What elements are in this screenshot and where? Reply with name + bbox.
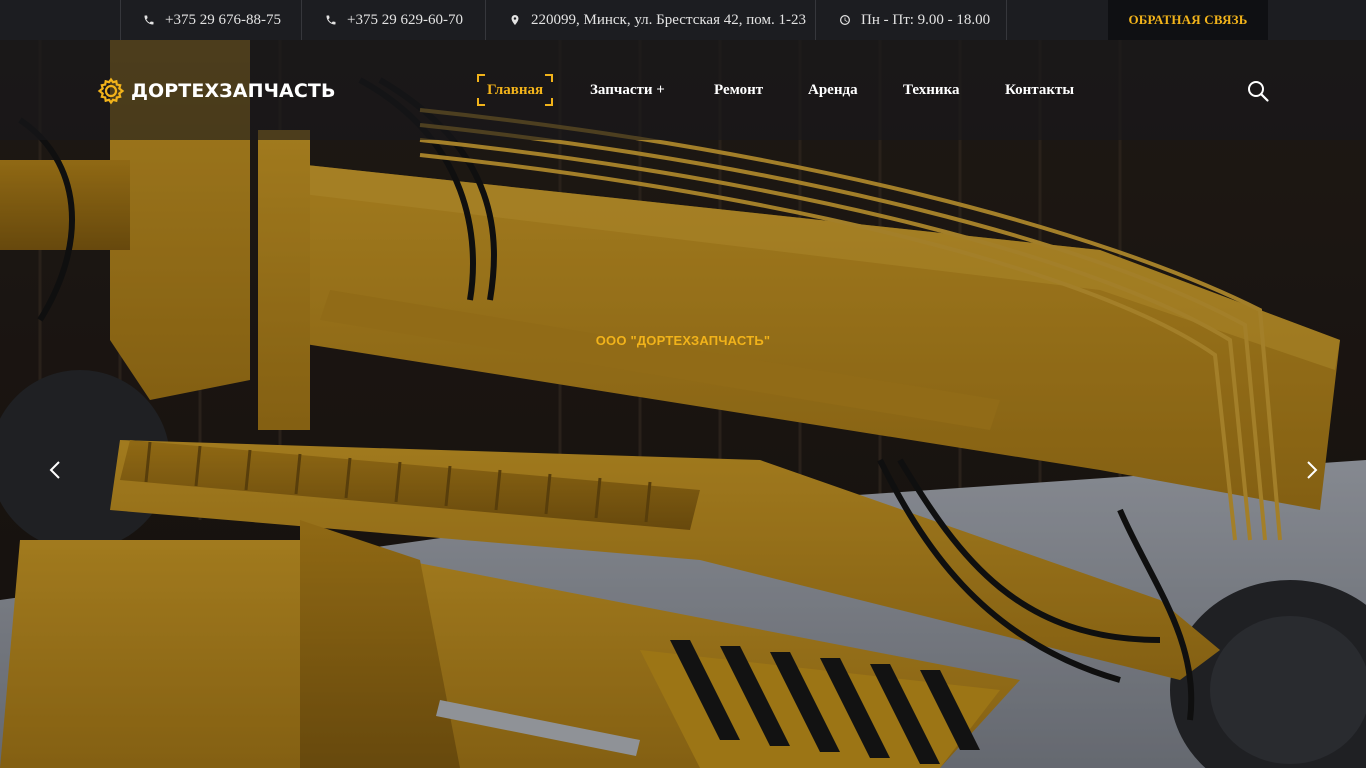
slide-title: ООО "ДОРТЕХЗАПЧАСТЬ" bbox=[595, 333, 771, 348]
phone-icon bbox=[323, 12, 339, 28]
logo-text: ДОРТЕХЗАПЧАСТЬ bbox=[131, 80, 336, 102]
topbar-hours-text: Пн - Пт: 9.00 - 18.00 bbox=[861, 11, 991, 28]
nav-item-machinery[interactable]: Техника bbox=[903, 74, 960, 106]
topbar-address-text: 220099, Минск, ул. Брестская 42, пом. 1-… bbox=[531, 11, 806, 28]
topbar-phone-2[interactable]: +375 29 629-60-70 bbox=[303, 0, 486, 40]
topbar-phone-2-text: +375 29 629-60-70 bbox=[347, 11, 463, 28]
search-button[interactable] bbox=[1246, 79, 1272, 105]
nav-item-rent[interactable]: Аренда bbox=[808, 74, 858, 106]
main-header: ДОРТЕХЗАПЧАСТЬ Главная Запчасти + Ремонт… bbox=[0, 40, 1366, 140]
top-bar: +375 29 676-88-75 +375 29 629-60-70 2200… bbox=[0, 0, 1366, 40]
chevron-right-icon bbox=[1299, 461, 1323, 486]
topbar-hours: Пн - Пт: 9.00 - 18.00 bbox=[817, 0, 1007, 40]
site-logo[interactable]: ДОРТЕХЗАПЧАСТЬ bbox=[97, 76, 336, 106]
gear-icon bbox=[97, 77, 125, 105]
nav-item-contacts[interactable]: Контакты bbox=[1005, 74, 1074, 106]
nav-item-parts-label: Запчасти + bbox=[590, 81, 665, 98]
nav-item-machinery-label: Техника bbox=[903, 81, 960, 98]
clock-icon bbox=[837, 12, 853, 28]
search-icon bbox=[1246, 81, 1270, 107]
slider-prev-button[interactable] bbox=[44, 458, 68, 482]
chevron-left-icon bbox=[44, 461, 68, 486]
feedback-button[interactable]: ОБРАТНАЯ СВЯЗЬ bbox=[1108, 0, 1268, 40]
nav-item-home[interactable]: Главная bbox=[477, 74, 554, 106]
topbar-phone-1-text: +375 29 676-88-75 bbox=[165, 11, 281, 28]
nav-item-repair-label: Ремонт bbox=[714, 81, 764, 98]
topbar-address: 220099, Минск, ул. Брестская 42, пом. 1-… bbox=[487, 0, 816, 40]
nav-item-repair[interactable]: Ремонт bbox=[714, 74, 763, 106]
nav-item-parts[interactable]: Запчасти + bbox=[590, 74, 665, 106]
nav-item-rent-label: Аренда bbox=[808, 81, 858, 98]
topbar-phone-1[interactable]: +375 29 676-88-75 bbox=[120, 0, 302, 40]
nav-item-home-label: Главная bbox=[487, 81, 544, 98]
map-marker-icon bbox=[507, 12, 523, 28]
hero-slider bbox=[0, 40, 1366, 768]
slider-next-button[interactable] bbox=[1299, 458, 1323, 482]
phone-icon bbox=[141, 12, 157, 28]
nav-item-contacts-label: Контакты bbox=[1005, 81, 1075, 98]
